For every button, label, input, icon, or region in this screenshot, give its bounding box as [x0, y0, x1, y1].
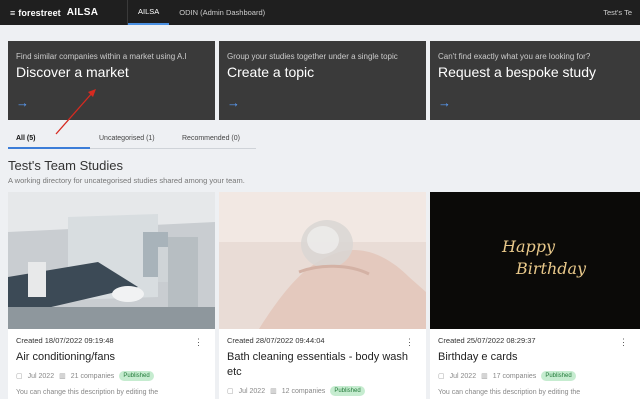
create-topic-card[interactable]: Group your studies together under a sing… [219, 41, 426, 120]
created-timestamp: Created 28/07/2022 09:44:04 [227, 336, 325, 345]
active-tab-indicator [8, 147, 90, 149]
calendar-icon: ▢ [16, 373, 23, 380]
created-timestamp: Created 18/07/2022 09:19:48 [16, 336, 114, 345]
forestreet-logo-icon: ≡ [10, 7, 16, 18]
nav-tab-ailsa[interactable]: AILSA [128, 0, 170, 25]
app-name: AILSA [66, 7, 99, 18]
company-count: 17 companies [492, 372, 537, 380]
create-topic-description: Group your studies together under a sing… [227, 52, 398, 61]
building-icon: ▥ [270, 388, 277, 395]
request-study-description: Can't find exactly what you are looking … [438, 52, 591, 61]
study-card[interactable]: Happy Birthday Created 25/07/2022 08:29:… [430, 192, 640, 399]
request-study-card[interactable]: Can't find exactly what you are looking … [430, 41, 640, 120]
birthday-line2: Birthday [515, 259, 587, 278]
request-study-title: Request a bespoke study [438, 64, 596, 80]
study-meta: ▢ Jul 2022 ▥ 12 companies Published [227, 386, 418, 396]
study-meta: ▢ Jul 2022 ▥ 17 companies Published [438, 371, 632, 381]
study-thumbnail[interactable] [8, 192, 215, 329]
more-vertical-icon[interactable]: ⋮ [619, 337, 628, 348]
study-card[interactable]: Created 28/07/2022 09:44:04 ⋮ Bath clean… [219, 192, 426, 399]
brand-logo[interactable]: ≡ forestreet AILSA [0, 0, 128, 25]
status-badge: Published [119, 371, 154, 381]
study-title[interactable]: Air conditioning/fans [16, 350, 207, 365]
study-date: Jul 2022 [27, 372, 55, 380]
building-icon: ▥ [59, 373, 66, 380]
create-topic-title: Create a topic [227, 64, 315, 80]
study-thumbnail[interactable]: Happy Birthday [430, 192, 640, 329]
discover-market-card[interactable]: Find similar companies within a market u… [8, 41, 215, 120]
tab-uncategorised[interactable]: Uncategorised (1) [99, 135, 155, 142]
study-description: You can change this description by editi… [16, 389, 159, 396]
birthday-line1: Happy [501, 237, 556, 256]
tab-all[interactable]: All (5) [16, 135, 35, 142]
discover-market-title: Discover a market [16, 64, 129, 80]
study-description: You can change this description by editi… [438, 389, 581, 396]
company-count: 21 companies [70, 372, 115, 380]
building-icon: ▥ [481, 373, 488, 380]
section-subtitle: A working directory for uncategorised st… [8, 176, 245, 185]
study-title[interactable]: Bath cleaning essentials - body wash etc [227, 350, 418, 380]
calendar-icon: ▢ [227, 388, 234, 395]
tab-recommended[interactable]: Recommended (0) [182, 135, 240, 142]
top-navbar: ≡ forestreet AILSA AILSA ODIN (Admin Das… [0, 0, 640, 25]
nav-tab-odin[interactable]: ODIN (Admin Dashboard) [169, 0, 275, 25]
study-title[interactable]: Birthday e cards [438, 350, 632, 365]
discover-market-description: Find similar companies within a market u… [16, 52, 187, 61]
arrow-right-icon[interactable]: → [438, 95, 451, 110]
study-date: Jul 2022 [238, 387, 266, 395]
arrow-right-icon[interactable]: → [16, 95, 29, 110]
study-card[interactable]: Created 18/07/2022 09:19:48 ⋮ Air condit… [8, 192, 215, 399]
study-filter-tabs: All (5) Uncategorised (1) Recommended (0… [8, 131, 256, 149]
study-thumbnail[interactable] [219, 192, 426, 329]
brand-name: forestreet [18, 7, 61, 18]
status-badge: Published [541, 371, 576, 381]
arrow-right-icon[interactable]: → [227, 95, 240, 110]
calendar-icon: ▢ [438, 373, 445, 380]
company-count: 12 companies [281, 387, 326, 395]
section-title: Test's Team Studies [8, 158, 123, 173]
status-badge: Published [330, 386, 365, 396]
created-timestamp: Created 25/07/2022 08:29:37 [438, 336, 536, 345]
user-menu[interactable]: Test's Te [603, 8, 640, 17]
study-date: Jul 2022 [449, 372, 477, 380]
study-meta: ▢ Jul 2022 ▥ 21 companies Published [16, 371, 207, 381]
more-vertical-icon[interactable]: ⋮ [405, 337, 414, 348]
more-vertical-icon[interactable]: ⋮ [194, 337, 203, 348]
